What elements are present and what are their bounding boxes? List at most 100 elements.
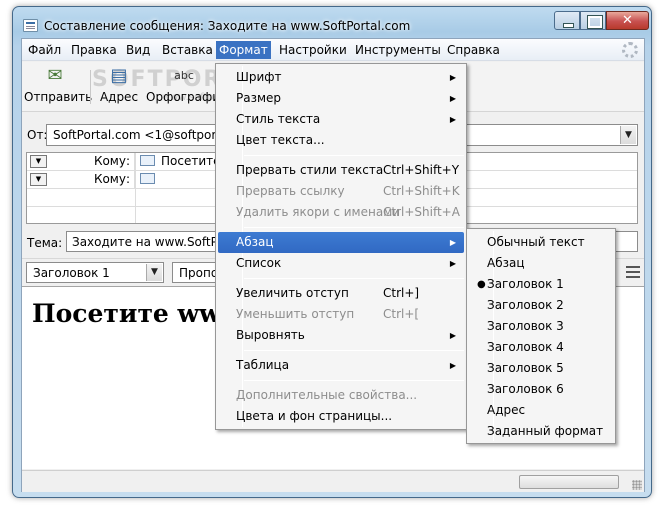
maximize-button[interactable] [580,11,606,30]
menu-insert[interactable]: Вставка [159,41,216,59]
address-button[interactable]: ▤ Адрес [94,64,144,108]
menu-tools[interactable]: Инструменты [352,41,444,59]
menu-item-label: Прервать ссылку [236,184,345,198]
submenu-item-heading-5[interactable]: Заголовок 5 [469,358,613,379]
submenu-item-plain-text[interactable]: Обычный текст [469,232,613,253]
menu-item-label: Стиль текста [236,112,321,126]
menu-item-label: Увеличить отступ [236,286,349,300]
menu-item-label: Список [236,256,282,270]
menu-item-align[interactable]: Выровнять ▶ [218,325,464,346]
send-button[interactable]: ✉ Отправить [24,64,93,108]
menu-item-size[interactable]: Размер ▶ [218,88,464,109]
menu-item-shortcut: Ctrl+[ [383,307,420,321]
menu-item-label: Размер [236,91,282,105]
submenu-arrow-icon: ▶ [449,361,456,370]
status-progress [519,475,619,489]
menu-file[interactable]: Файл [25,41,64,59]
menu-separator [244,350,464,351]
submenu-arrow-icon: ▶ [449,259,456,268]
menu-item-remove-named-anchors: Удалить якори с именами Ctrl+Shift+A [218,202,464,223]
menu-item-table[interactable]: Таблица ▶ [218,355,464,376]
chevron-down-icon[interactable]: ▼ [146,264,162,281]
menu-item-label: Адрес [487,403,526,417]
menu-item-label: Заголовок 6 [487,382,564,396]
menu-format[interactable]: Формат [216,41,271,59]
menu-help[interactable]: Справка [444,41,503,59]
menu-item-label: Таблица [236,358,290,372]
menu-item-label: Абзац [487,256,525,270]
paragraph-style-value: Заголовок 1 [33,266,110,280]
submenu-item-heading-1[interactable]: ● Заголовок 1 [469,274,613,295]
activity-throbber-icon [622,42,638,58]
menu-item-label: Выровнять [236,328,305,342]
status-bar [22,470,644,492]
submenu-arrow-icon: ▶ [449,73,456,82]
recipient-type-select[interactable]: ▼ Кому: [27,153,135,170]
address-book-icon: ▤ [110,65,128,86]
chevron-down-icon[interactable]: ▼ [620,126,636,144]
chevron-down-icon[interactable]: ▼ [30,155,47,168]
submenu-item-heading-3[interactable]: Заголовок 3 [469,316,613,337]
recipient-type-label: Кому: [93,172,130,186]
spellcheck-button[interactable]: abc Орфография [146,64,227,108]
paragraph-style-select[interactable]: Заголовок 1 ▼ [26,262,164,283]
contact-card-icon [140,155,155,166]
menu-item-shortcut: Ctrl+Shift+Y [383,163,460,177]
menu-item-text-color[interactable]: Цвет текста... [218,130,464,151]
menu-item-remove-text-styles[interactable]: Прервать стили текста Ctrl+Shift+Y [218,160,464,181]
menu-separator [244,380,464,381]
menu-item-advanced-properties: Дополнительные свойства... [218,385,464,406]
close-button[interactable]: ✕ [606,11,649,30]
window-title: Составление сообщения: Заходите на www.S… [44,19,411,33]
submenu-item-heading-2[interactable]: Заголовок 2 [469,295,613,316]
format-menu: Шрифт ▶ Размер ▶ Стиль текста ▶ Цвет текста… [215,63,467,430]
menu-item-label: Прервать стили текста [236,163,384,177]
menu-item-remove-link: Прервать ссылку Ctrl+Shift+K [218,181,464,202]
close-icon: ✕ [622,13,633,28]
submenu-item-address[interactable]: Адрес [469,400,613,421]
submenu-arrow-icon: ▶ [449,238,456,247]
chevron-down-icon[interactable]: ▼ [30,173,47,186]
compose-app-icon [23,19,38,32]
menu-edit[interactable]: Правка [68,41,120,59]
menu-item-paragraph[interactable]: Абзац ▶ [218,232,464,253]
menu-separator [244,155,464,156]
menu-item-font[interactable]: Шрифт ▶ [218,67,464,88]
contact-card-icon [140,173,155,184]
submenu-item-preformatted[interactable]: Заданный формат [469,421,613,442]
menu-item-shortcut: Ctrl+] [383,286,420,300]
submenu-arrow-icon: ▶ [449,115,456,124]
send-label: Отправить [24,90,93,104]
menu-item-indent[interactable]: Увеличить отступ Ctrl+] [218,283,464,304]
align-icon[interactable] [626,266,640,278]
menu-item-label: Удалить якори с именами [236,205,401,219]
menu-item-label: Абзац [236,235,274,249]
submenu-item-heading-4[interactable]: Заголовок 4 [469,337,613,358]
title-bar[interactable]: Составление сообщения: Заходите на www.S… [13,7,651,39]
menu-separator [244,227,464,228]
toolbar-separator [90,70,91,104]
menu-item-label: Шрифт [236,70,282,84]
from-label: От: [27,128,48,142]
menu-item-text-style[interactable]: Стиль текста ▶ [218,109,464,130]
menu-item-label: Цвет текста... [236,133,325,147]
menu-item-list[interactable]: Список ▶ [218,253,464,274]
subject-label: Тема: [27,236,63,250]
menu-item-label: Заголовок 3 [487,319,564,333]
menu-view[interactable]: Вид [123,41,153,59]
submenu-arrow-icon: ▶ [449,331,456,340]
menu-item-label: Заголовок 4 [487,340,564,354]
checked-bullet-icon: ● [477,279,486,290]
menu-item-label: Заголовок 1 [487,277,564,291]
address-label: Адрес [99,90,139,104]
minimize-button[interactable] [554,11,580,30]
menu-item-label: Заголовок 5 [487,361,564,375]
submenu-item-heading-6[interactable]: Заголовок 6 [469,379,613,400]
recipient-type-select[interactable]: ▼ Кому: [27,171,135,188]
menu-item-label: Цвета и фон страницы... [236,409,393,423]
send-icon: ✉ [47,65,63,86]
submenu-item-paragraph[interactable]: Абзац [469,253,613,274]
resize-grip-icon[interactable] [632,480,642,490]
menu-item-page-colors[interactable]: Цвета и фон страницы... [218,406,464,427]
menu-settings[interactable]: Настройки [276,41,350,59]
